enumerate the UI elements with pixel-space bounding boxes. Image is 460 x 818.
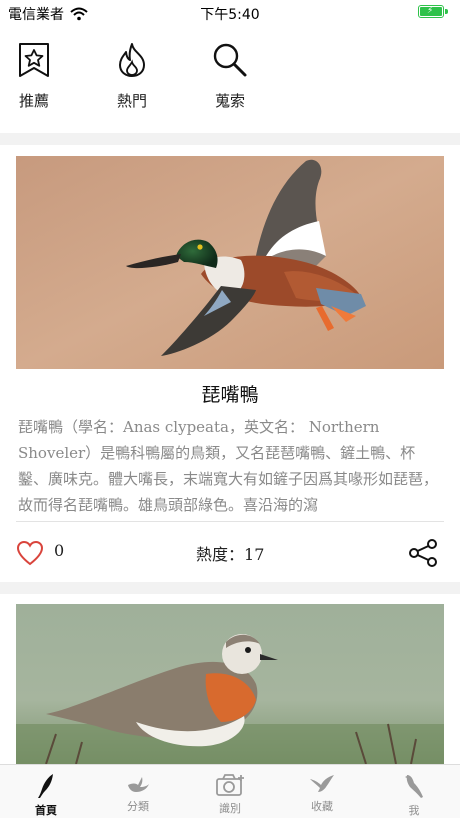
menu-item-search[interactable]: 蒐索: [200, 42, 260, 111]
menu-item-recommend[interactable]: 推薦: [4, 42, 64, 111]
card-actions: 0 熱度：17: [16, 532, 444, 572]
tab-label-favorites: 收藏: [311, 800, 333, 813]
camera-icon: [216, 774, 244, 796]
section-divider: [0, 582, 460, 594]
perched-bird-icon: [405, 775, 423, 798]
tab-home[interactable]: 首頁: [0, 765, 92, 818]
like-count: 0: [54, 541, 65, 560]
battery-icon: ⚡: [418, 5, 448, 18]
bird-photo[interactable]: [16, 604, 444, 764]
northern-shoveler-duck-photo: [16, 156, 444, 369]
menu-label-search: 蒐索: [214, 92, 245, 110]
tab-category[interactable]: 分類: [92, 765, 184, 818]
status-time: 下午5:40: [200, 7, 260, 23]
search-icon: [213, 43, 247, 77]
status-bar: 電信業者 下午5:40 ⚡: [0, 0, 460, 26]
heat-indicator: 熱度：17: [196, 541, 264, 565]
bird-description: 琵嘴鴨（學名：Anas clypeata，英文名： Northern Shove…: [18, 418, 439, 514]
bird-card[interactable]: 琵嘴鴨 琵嘴鴨（學名：Anas clypeata，英文名： Northern S…: [16, 156, 444, 576]
menu-item-popular[interactable]: 熱門: [102, 42, 162, 111]
bird-card[interactable]: [16, 604, 444, 764]
bottom-tab-bar: 首頁 分類 識別 收藏 我: [0, 764, 460, 818]
menu-label-popular: 熱門: [116, 92, 147, 110]
flying-bird-icon: [310, 775, 334, 792]
tab-label-home: 首頁: [35, 804, 57, 817]
feather-icon: [38, 774, 53, 798]
tab-label-me: 我: [408, 804, 420, 817]
bird-icon: [128, 777, 149, 792]
tab-label-category: 分類: [127, 800, 149, 813]
tab-identify[interactable]: 識別: [184, 765, 276, 818]
menu-label-recommend: 推薦: [18, 92, 49, 110]
star-bookmark-icon: [19, 43, 49, 77]
section-divider: [0, 133, 460, 145]
heat-value: 17: [244, 545, 265, 564]
tab-favorites[interactable]: 收藏: [276, 765, 368, 818]
share-icon[interactable]: [408, 538, 438, 568]
flame-icon: [119, 43, 145, 77]
heart-icon[interactable]: [16, 540, 44, 566]
top-menu: 推薦 熱門 蒐索: [0, 36, 460, 132]
plover-bird-photo: [16, 604, 444, 764]
tab-me[interactable]: 我: [368, 765, 460, 818]
bird-photo[interactable]: [16, 156, 444, 369]
tab-label-identify: 識別: [219, 802, 241, 815]
bird-name: 琵嘴鴨: [201, 384, 259, 406]
heat-label: 熱度：: [196, 545, 245, 564]
card-separator: [16, 521, 444, 522]
